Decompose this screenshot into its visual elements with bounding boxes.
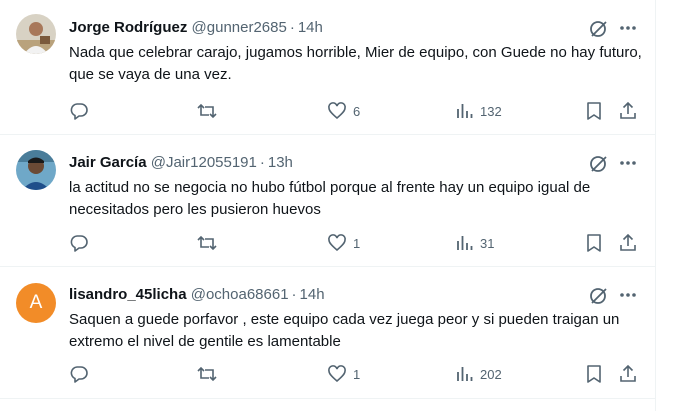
retweet-button[interactable]: [196, 362, 218, 386]
retweet-icon: [197, 235, 217, 251]
reply-button[interactable]: [69, 99, 89, 123]
like-count: 6: [353, 103, 361, 119]
avatar[interactable]: [16, 150, 56, 190]
view-count: 31: [480, 235, 495, 251]
reply-icon: [70, 366, 88, 383]
tweet-header: Jorge Rodríguez @gunner2685 · 14h: [69, 18, 323, 38]
views-icon: [457, 367, 473, 381]
tweet-actions: 1 31: [0, 231, 656, 255]
like-button[interactable]: 6: [327, 99, 360, 123]
tweet-actions: 1 202: [0, 362, 656, 386]
share-button[interactable]: [618, 99, 638, 123]
author-name[interactable]: lisandro_45licha: [69, 286, 187, 303]
like-count: 1: [353, 366, 361, 382]
share-icon: [620, 364, 636, 382]
tweet-text: la actitud no se negocia no hubo fútbol …: [69, 179, 591, 218]
retweet-icon: [197, 103, 217, 119]
reply-icon: [70, 235, 88, 252]
more-icon[interactable]: [617, 284, 639, 306]
share-button[interactable]: [618, 231, 638, 255]
tweet[interactable]: Jorge Rodríguez @gunner2685 · 14h Nada que…: [0, 0, 656, 135]
more-icon[interactable]: [617, 152, 639, 174]
avatar[interactable]: A: [16, 283, 56, 323]
tweet-header: lisandro_45licha @ochoa68661 · 14h: [69, 285, 325, 305]
tweet[interactable]: A lisandro_45licha @ochoa68661 · 14h Saque…: [0, 267, 656, 399]
like-button[interactable]: 1: [327, 231, 360, 255]
reply-button[interactable]: [69, 362, 89, 386]
avatar-letter: A: [29, 292, 43, 313]
timestamp[interactable]: 13h: [268, 154, 293, 171]
like-button[interactable]: 1: [327, 362, 360, 386]
timestamp[interactable]: 14h: [298, 19, 323, 36]
like-count: 1: [353, 235, 361, 251]
views-button[interactable]: 132: [456, 99, 502, 123]
bookmark-icon: [587, 102, 601, 120]
reply-icon: [70, 103, 88, 120]
separator: ·: [259, 154, 265, 171]
author-name[interactable]: Jorge Rodríguez: [69, 19, 187, 36]
grok-icon[interactable]: [588, 18, 610, 40]
more-icon[interactable]: [617, 17, 639, 39]
tweet-text: Saquen a guede porfavor , este equipo ca…: [69, 311, 620, 350]
tweet[interactable]: Jair García @Jair12055191 · 13h la actitud…: [0, 135, 656, 267]
tweet-replies-feed: Jorge Rodríguez @gunner2685 · 14h Nada que…: [0, 0, 656, 411]
tweet-header: Jair García @Jair12055191 · 13h: [69, 153, 293, 173]
view-count: 132: [480, 103, 502, 119]
retweet-button[interactable]: [196, 99, 218, 123]
separator: ·: [289, 19, 295, 36]
grok-icon[interactable]: [588, 285, 610, 307]
author-name[interactable]: Jair García: [69, 154, 147, 171]
avatar[interactable]: [16, 14, 56, 54]
bookmark-button[interactable]: [585, 99, 603, 123]
retweet-icon: [197, 366, 217, 382]
bookmark-icon: [587, 365, 601, 383]
author-handle[interactable]: @gunner2685: [192, 19, 287, 36]
views-button[interactable]: 202: [456, 362, 502, 386]
like-icon: [328, 365, 346, 383]
author-handle[interactable]: @ochoa68661: [191, 286, 289, 303]
tweet-actions: 6 132: [0, 99, 656, 123]
share-button[interactable]: [618, 362, 638, 386]
like-icon: [328, 102, 346, 120]
share-icon: [620, 233, 636, 251]
bookmark-button[interactable]: [585, 231, 603, 255]
tweet-text: Nada que celebrar carajo, jugamos horrib…: [69, 44, 642, 83]
view-count: 202: [480, 366, 502, 382]
bookmark-button[interactable]: [585, 362, 603, 386]
retweet-button[interactable]: [196, 231, 218, 255]
grok-icon[interactable]: [588, 153, 610, 175]
share-icon: [620, 101, 636, 119]
separator: ·: [291, 286, 297, 303]
timestamp[interactable]: 14h: [300, 286, 325, 303]
author-handle[interactable]: @Jair12055191: [151, 154, 257, 171]
views-icon: [457, 104, 473, 118]
bookmark-icon: [587, 234, 601, 252]
views-icon: [457, 236, 473, 250]
views-button[interactable]: 31: [456, 231, 494, 255]
like-icon: [328, 234, 346, 252]
reply-button[interactable]: [69, 231, 89, 255]
